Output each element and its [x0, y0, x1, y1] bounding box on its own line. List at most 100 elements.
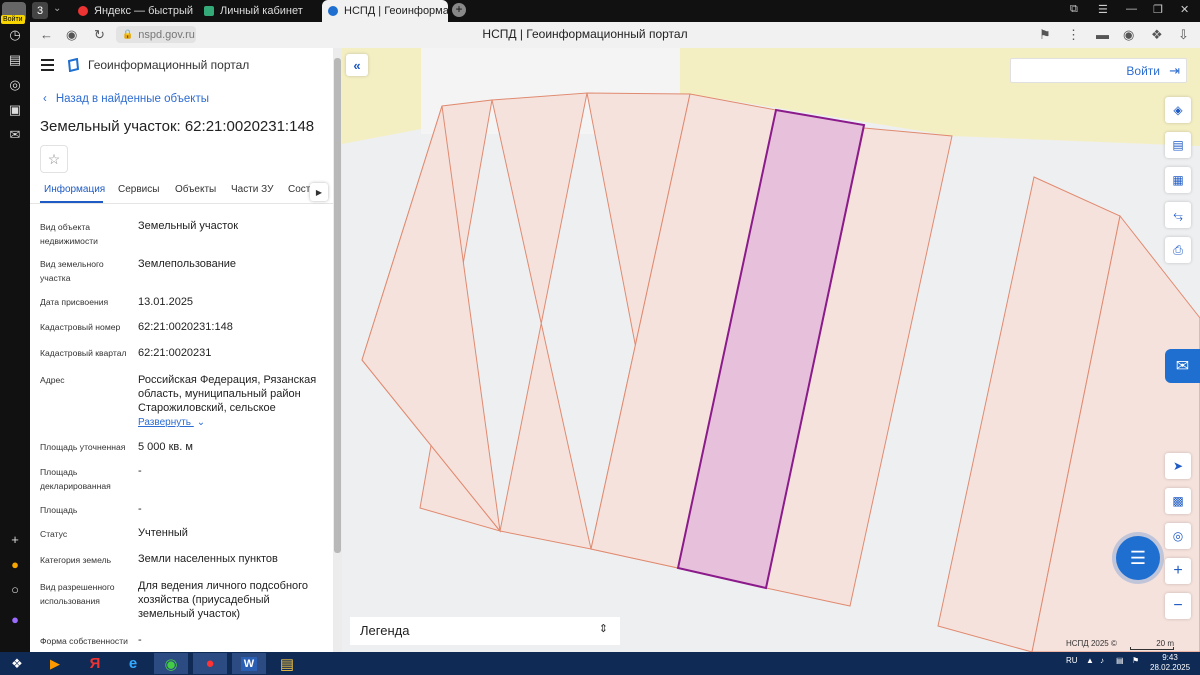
start-button[interactable]: ❖ — [0, 653, 34, 674]
share-button[interactable]: ⥃ — [1165, 202, 1191, 228]
clock-time: 9:43 — [1162, 653, 1178, 662]
hamburger-menu-icon[interactable] — [41, 59, 54, 71]
helper-button[interactable]: ✉ — [1165, 349, 1200, 383]
protect-icon[interactable]: ◉ — [66, 27, 77, 43]
yandex-icon: Я — [89, 655, 101, 672]
tab-objects[interactable]: Объекты — [175, 184, 216, 195]
layers-button[interactable]: ◈ — [1165, 97, 1191, 123]
search-location-icon: ◎ — [1172, 529, 1184, 543]
minimize-icon[interactable]: — — [1126, 3, 1137, 15]
bookmark-icon[interactable]: ⚑ — [1039, 27, 1051, 43]
browser-sidebar: Войти ◷ ▤ ◎ ▣ ✉ + ● ○ ● — [0, 0, 30, 652]
show-hidden-icon[interactable]: ▲ — [1086, 656, 1094, 665]
back-link-label: Назад в найденные объекты — [55, 93, 210, 105]
taskbar-yandex-browser[interactable]: ● — [193, 653, 227, 674]
new-tab-button[interactable]: + — [452, 3, 466, 17]
network-icon[interactable]: ▤ — [1116, 656, 1124, 665]
login-button[interactable]: Войти ⇥ — [1010, 58, 1187, 83]
favorite-star-button[interactable]: ☆ — [40, 145, 68, 173]
restore-icon[interactable]: ❐ — [1153, 3, 1163, 16]
field-value: - — [138, 634, 142, 646]
locate-icon: ➤ — [1172, 459, 1184, 473]
measure-button[interactable]: ▤ — [1165, 132, 1191, 158]
map-copyright: НСПД 2025 © — [1066, 639, 1117, 648]
login-label: Войти — [1126, 64, 1160, 78]
collections-icon[interactable]: ▤ — [6, 51, 24, 69]
taskbar-ie[interactable]: e — [116, 653, 150, 674]
alice-icon[interactable]: ◎ — [6, 76, 24, 94]
flag-icon[interactable]: ⚑ — [1132, 656, 1139, 665]
map-scale: 20 m — [1130, 639, 1174, 650]
url-field[interactable]: 🔒 nspd.gov.ru — [116, 26, 196, 43]
app-title: Геоинформационный портал — [88, 58, 250, 72]
zoom-in-button[interactable]: + — [1165, 558, 1191, 584]
zen-icon[interactable]: ▣ — [6, 101, 24, 119]
yandex-favicon-icon — [78, 6, 88, 16]
chevron-down-icon: ⌄ — [196, 417, 206, 428]
field-label: Категория земель — [40, 555, 112, 565]
music-icon[interactable]: ● — [6, 610, 24, 628]
navigate-button[interactable]: ➤ — [1165, 453, 1191, 479]
print-button[interactable]: ⎙ — [1165, 237, 1191, 263]
tabs-view-icon[interactable]: ⧉ — [1070, 3, 1078, 16]
collapse-panel-button[interactable]: « — [346, 54, 368, 76]
select-area-button[interactable]: ▦ — [1165, 167, 1191, 193]
tab-cabinet[interactable]: Личный кабинет — [204, 0, 316, 22]
portal-logo-icon — [67, 58, 80, 72]
minimap-button[interactable]: ▩ — [1165, 488, 1191, 514]
field-value: 13.01.2025 — [138, 296, 194, 308]
language-indicator[interactable]: RU — [1066, 656, 1078, 665]
reload-icon[interactable]: ↻ — [94, 27, 105, 43]
add-panel-icon[interactable]: + — [6, 530, 24, 548]
back-to-results-link[interactable]: ‹ Назад в найденные объекты — [43, 93, 209, 105]
assistant-icon[interactable]: ○ — [6, 580, 24, 598]
volume-icon[interactable]: ♪ — [1100, 656, 1104, 665]
taskbar-yandex[interactable]: Я — [78, 653, 112, 674]
tab-composition[interactable]: Соста — [288, 184, 310, 195]
tab-information[interactable]: Информация — [44, 184, 105, 195]
taskbar-explorer[interactable]: ▤ — [270, 653, 304, 674]
taskbar-media-player[interactable]: ▶ — [38, 653, 72, 674]
tabs-divider — [30, 203, 333, 204]
tab-list-chevron-icon[interactable]: ⌄ — [53, 3, 61, 14]
extensions-icon[interactable]: ❖ — [1151, 27, 1163, 43]
map-canvas[interactable] — [342, 48, 1200, 652]
field-label: Площадь уточненная — [40, 442, 126, 452]
back-arrow-icon[interactable]: ← — [40, 27, 53, 42]
close-window-icon[interactable]: ✕ — [1180, 3, 1189, 16]
panel-scroll-thumb[interactable] — [334, 58, 341, 553]
zoom-out-button[interactable]: − — [1165, 593, 1191, 619]
tab-nspd[interactable]: НСПД | Геоинформаци ✕ — [322, 0, 448, 22]
legend-dropdown[interactable]: Легенда ⇕ — [350, 617, 620, 645]
expand-address-link[interactable]: Развернуть ⌄ — [138, 417, 205, 428]
messenger-icon[interactable]: ✉ — [6, 126, 24, 144]
history-icon[interactable]: ◷ — [6, 26, 24, 44]
legend-label: Легенда — [360, 623, 410, 638]
games-icon[interactable]: ● — [6, 555, 24, 573]
search-location-button[interactable]: ◎ — [1165, 523, 1191, 549]
field-label: Адрес — [40, 375, 65, 385]
downloads-icon[interactable]: ⇩ — [1178, 27, 1189, 43]
taskbar-chrome[interactable]: ◉ — [154, 653, 188, 674]
clock-date: 28.02.2025 — [1150, 663, 1191, 672]
profile-avatar[interactable]: Войти — [1, 2, 26, 24]
parcel — [491, 92, 592, 550]
tabs-scroll-right-button[interactable]: ▶ — [310, 183, 328, 201]
more-icon[interactable]: ⋮ — [1067, 27, 1080, 43]
yandex-browser-icon: ● — [205, 655, 215, 672]
nspd-favicon-icon — [328, 6, 338, 16]
tab-counter[interactable]: 3 — [32, 2, 48, 19]
profile-login-badge[interactable]: Войти — [1, 15, 25, 24]
field-label: Кадастровый номер — [40, 322, 121, 332]
extension-icon[interactable]: ◉ — [1123, 27, 1134, 43]
chrome-icon: ◉ — [164, 655, 178, 673]
chevron-right-icon: ▶ — [315, 187, 323, 197]
tab-services[interactable]: Сервисы — [118, 184, 159, 195]
taskbar-word[interactable]: W — [232, 653, 266, 674]
tab-yandex[interactable]: Яндекс — быстрый поиск — [78, 0, 196, 22]
menu-icon[interactable]: ☰ — [1098, 3, 1108, 16]
chat-button[interactable]: ☰ — [1116, 536, 1160, 580]
system-clock[interactable]: 9:43 28.02.2025 — [1150, 653, 1190, 673]
extension-icon[interactable]: ▬ — [1096, 27, 1109, 42]
tab-parts[interactable]: Части ЗУ — [231, 184, 273, 195]
